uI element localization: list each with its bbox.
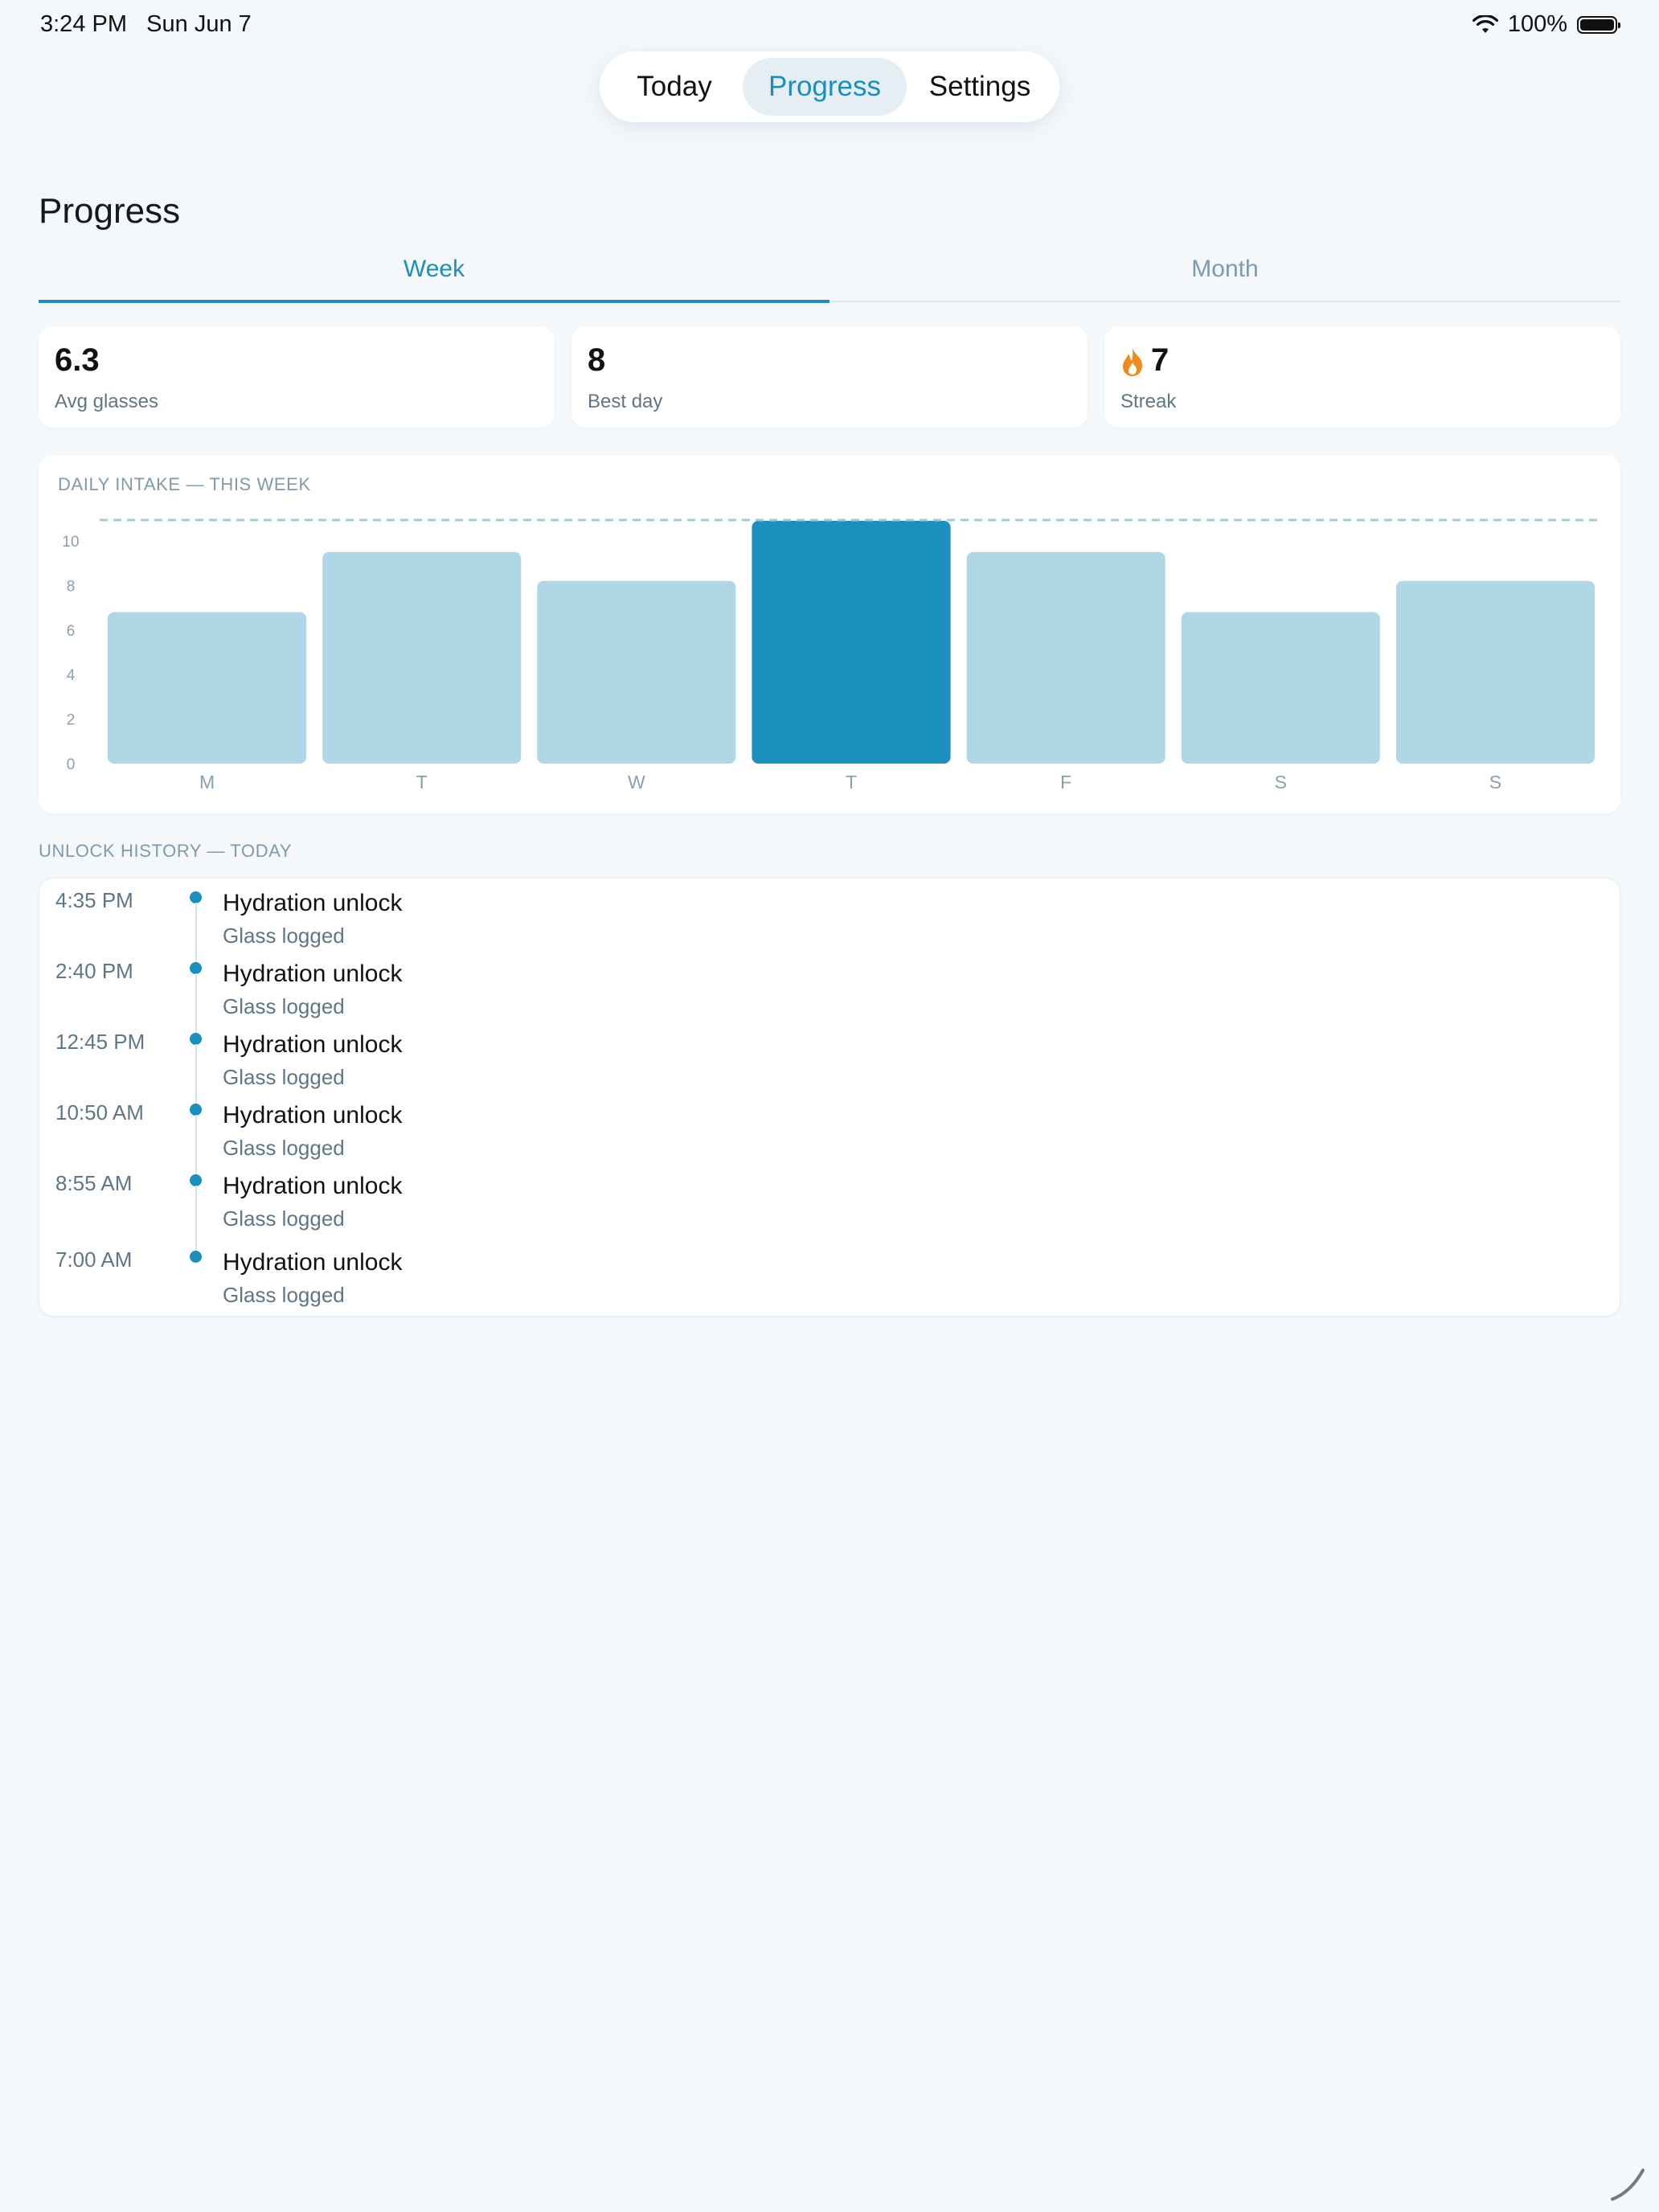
history-time: 8:55 AM <box>55 1171 133 1195</box>
history-time: 12:45 PM <box>55 1030 145 1054</box>
battery-icon <box>1577 15 1620 34</box>
stat-card-streak: 7 Streak <box>1104 326 1620 428</box>
period-tabs: Week Month <box>39 256 1620 303</box>
history-time: 7:00 AM <box>55 1247 133 1272</box>
timeline-connector <box>195 903 197 962</box>
stat-streak-label: Streak <box>1120 391 1177 412</box>
history-item-subtitle: Glass logged <box>223 1136 345 1160</box>
history-item-title: Hydration unlock <box>223 1031 403 1058</box>
history-item-subtitle: Glass logged <box>223 1065 345 1089</box>
timeline-dot <box>190 1104 202 1116</box>
history-item-title: Hydration unlock <box>223 890 403 916</box>
history-item-subtitle: Glass logged <box>223 1283 345 1307</box>
history-item-title: Hydration unlock <box>223 1249 403 1276</box>
history-item: 10:50 AM Hydration unlock Glass logged <box>39 1097 1620 1174</box>
stat-card-best-day: 8 Best day <box>571 326 1088 428</box>
timeline-connector <box>195 1115 197 1174</box>
y-tick-label: 2 <box>67 712 76 729</box>
chart-bar <box>966 551 1165 764</box>
history-item: 4:35 PM Hydration unlock Glass logged <box>39 885 1620 962</box>
history-time: 4:35 PM <box>55 888 133 912</box>
x-tick-label: S <box>1275 772 1287 793</box>
battery-percent: 100% <box>1507 11 1567 37</box>
y-tick-label: 8 <box>67 578 76 595</box>
timeline-connector <box>195 1044 197 1104</box>
x-tick-label: W <box>628 772 645 793</box>
nav-today-button[interactable]: Today <box>606 58 743 116</box>
timeline-dot <box>190 1033 202 1045</box>
tab-week[interactable]: Week <box>39 256 830 303</box>
nav-settings-button[interactable]: Settings <box>907 58 1053 116</box>
stat-best-label: Best day <box>588 391 663 412</box>
chart-bar <box>1181 612 1380 764</box>
flame-icon <box>1123 348 1143 377</box>
timeline-connector <box>195 973 197 1033</box>
y-tick-label: 4 <box>67 667 76 684</box>
chart-bar <box>752 521 951 764</box>
top-navigation: Today Progress Settings <box>600 51 1059 122</box>
x-tick-label: F <box>1060 772 1071 793</box>
stat-avg-label: Avg glasses <box>55 391 158 412</box>
status-time: 3:24 PM Sun Jun 7 <box>40 11 252 38</box>
stat-avg-value: 6.3 <box>55 342 100 378</box>
x-tick-label: S <box>1489 772 1501 793</box>
daily-intake-chart: DAILY INTAKE — THIS WEEK 0 2 4 6 8 10 M T W T F S S <box>39 455 1620 813</box>
unlock-history-list: 4:35 PM Hydration unlock Glass logged 2:40 … <box>39 878 1620 1317</box>
wifi-icon <box>1472 14 1498 33</box>
history-time: 2:40 PM <box>55 959 133 983</box>
chart-bar <box>108 612 307 764</box>
history-item: 7:00 AM Hydration unlock Glass logged <box>39 1244 1620 1315</box>
x-tick-label: M <box>199 772 215 793</box>
history-time: 10:50 AM <box>55 1100 144 1124</box>
status-date: Sun Jun 7 <box>146 11 252 37</box>
history-item-title: Hydration unlock <box>223 1173 403 1199</box>
chart-bar <box>322 551 522 764</box>
history-item: 12:45 PM Hydration unlock Glass logged <box>39 1026 1620 1104</box>
chart-bar <box>537 580 736 764</box>
nav-progress-button[interactable]: Progress <box>743 58 907 116</box>
history-item-subtitle: Glass logged <box>223 1206 345 1231</box>
page-title: Progress <box>39 191 181 231</box>
timeline-connector <box>195 1186 197 1251</box>
timeline-dot <box>190 962 202 974</box>
chart-bar <box>1395 580 1595 764</box>
status-indicators: 100% <box>1472 11 1620 38</box>
history-item-title: Hydration unlock <box>223 1102 403 1129</box>
history-item-subtitle: Glass logged <box>223 994 345 1018</box>
timeline-dot <box>190 1174 202 1186</box>
stat-best-value: 8 <box>588 342 606 378</box>
y-tick-label: 6 <box>67 623 76 640</box>
y-tick-label: 10 <box>62 534 79 551</box>
history-item-subtitle: Glass logged <box>223 924 345 948</box>
x-tick-label: T <box>846 772 857 793</box>
chart-svg: 0 2 4 6 8 10 M T W T F S S <box>62 518 1603 793</box>
stat-streak-value: 7 <box>1151 342 1169 378</box>
stat-card-avg-glasses: 6.3 Avg glasses <box>39 326 555 428</box>
history-item: 2:40 PM Hydration unlock Glass logged <box>39 956 1620 1033</box>
history-item-title: Hydration unlock <box>223 961 403 987</box>
history-title: UNLOCK HISTORY — TODAY <box>39 841 293 861</box>
y-tick-label: 0 <box>67 756 76 773</box>
x-tick-label: T <box>416 772 428 793</box>
corner-handle-icon <box>1611 2169 1645 2201</box>
timeline-dot <box>190 891 202 903</box>
timeline-dot <box>190 1251 202 1263</box>
history-item: 8:55 AM Hydration unlock Glass logged <box>39 1168 1620 1251</box>
tab-month[interactable]: Month <box>830 256 1620 301</box>
stat-streak-row: 7 <box>1120 342 1169 379</box>
status-time-text: 3:24 PM <box>40 11 127 37</box>
